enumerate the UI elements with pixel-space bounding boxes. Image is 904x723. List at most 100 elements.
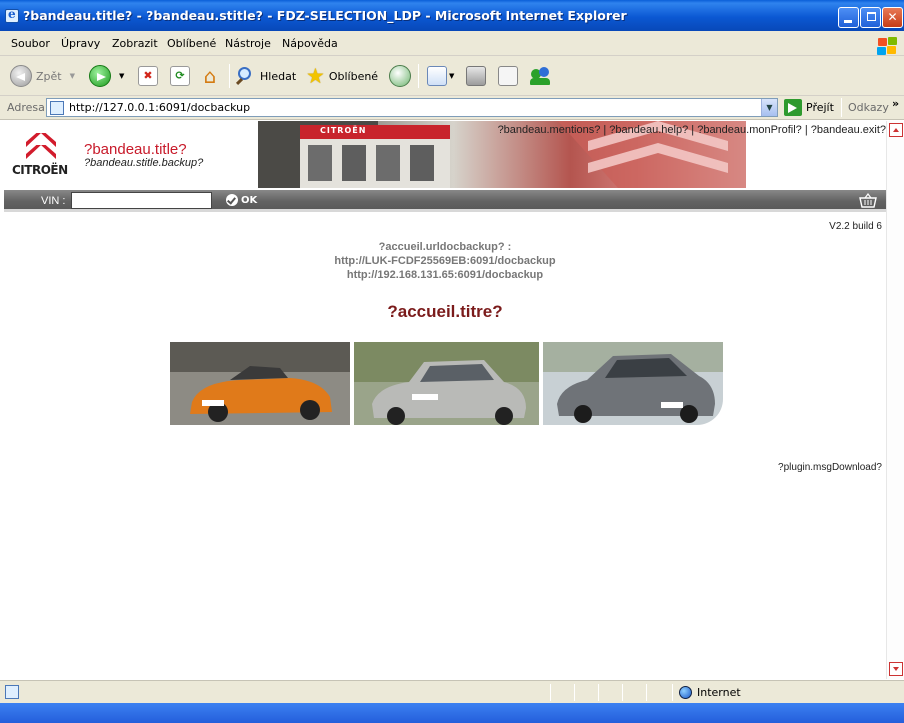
menu-file[interactable]: Soubor [11, 37, 50, 50]
back-label: Zpět [36, 69, 62, 83]
page-content: CITROËN ?bandeau.title? ?bandeau.stitle.… [4, 121, 886, 679]
printer-icon [466, 66, 486, 86]
close-icon: ✕ [887, 10, 898, 24]
status-divider [672, 684, 673, 701]
maximize-icon [867, 12, 876, 21]
minimize-button[interactable] [838, 7, 859, 28]
backup-url-2[interactable]: http://192.168.131.65:6091/docbackup [4, 269, 886, 281]
forward-button[interactable]: ▼ [89, 62, 124, 90]
favorites-button[interactable]: ★ Oblíbené [306, 62, 378, 90]
backup-url-1[interactable]: http://LUK-FCDF25569EB:6091/docbackup [4, 255, 886, 267]
favorites-star-icon: ★ [306, 64, 325, 88]
mail-icon [427, 66, 447, 86]
history-button[interactable] [389, 62, 411, 90]
status-bar: Internet [0, 680, 904, 703]
top-navigation: ?bandeau.mentions? | ?bandeau.help? | ?b… [497, 124, 886, 136]
address-input[interactable]: http://127.0.0.1:6091/docbackup ▼ [46, 98, 778, 117]
maximize-button[interactable] [860, 7, 881, 28]
address-separator [841, 98, 842, 117]
car-gallery [170, 342, 723, 425]
site-banner: CITROËN ?bandeau.title? ?bandeau.stitle.… [4, 121, 886, 189]
toolbar: Zpět ▼ ▼ ✖ ⟳ ⌂ Hledat ★ Oblíbené ▼ [0, 56, 904, 96]
page-icon [50, 101, 64, 115]
stop-icon: ✖ [138, 66, 158, 86]
address-label: Adresa [7, 101, 45, 114]
plugin-download-message[interactable]: ?plugin.msgDownload? [778, 462, 882, 473]
address-url[interactable]: http://127.0.0.1:6091/docbackup [69, 101, 250, 114]
security-zone: Internet [697, 686, 741, 699]
address-dropdown-icon[interactable]: ▼ [761, 99, 777, 116]
status-divider [598, 684, 599, 701]
title-bar[interactable]: ?bandeau.title? - ?bandeau.stitle? - FDZ… [0, 0, 904, 31]
window-title: ?bandeau.title? - ?bandeau.stitle? - FDZ… [23, 8, 627, 23]
home-icon: ⌂ [203, 64, 217, 88]
menu-help[interactable]: Nápověda [282, 37, 338, 50]
back-button[interactable]: Zpět ▼ [10, 62, 75, 90]
go-arrow-icon[interactable] [784, 99, 802, 116]
messenger-people-icon [530, 66, 550, 86]
mail-button[interactable]: ▼ [427, 62, 454, 90]
menu-favorites[interactable]: Oblíbené [167, 37, 216, 50]
citroen-logo: CITROËN [12, 133, 72, 179]
search-button[interactable]: Hledat [235, 62, 297, 90]
taskbar-strip [0, 703, 904, 723]
toolbar-separator [229, 64, 230, 88]
edit-button[interactable] [498, 62, 518, 90]
favorites-label: Oblíbené [328, 69, 379, 83]
page-title: ?accueil.titre? [387, 302, 503, 321]
print-button[interactable] [466, 62, 486, 90]
car-image-gray-hatchback [543, 342, 723, 425]
car-image-silver-sedan [354, 342, 539, 425]
refresh-icon: ⟳ [170, 66, 190, 86]
nav-profile-link[interactable]: ?bandeau.monProfil? [697, 124, 802, 136]
history-icon [389, 65, 411, 87]
browser-window: ?bandeau.title? - ?bandeau.stitle? - FDZ… [0, 0, 904, 723]
vertical-scrollbar[interactable] [886, 121, 904, 679]
nav-help-link[interactable]: ?bandeau.help? [609, 124, 688, 136]
menu-view[interactable]: Zobrazit [112, 37, 158, 50]
backup-url-label: ?accueil.urldocbackup? : [378, 241, 512, 253]
basket-icon[interactable] [858, 193, 878, 209]
scroll-up-arrow-icon[interactable] [889, 123, 903, 137]
version-label: V2.2 build 6 [829, 221, 882, 232]
messenger-button[interactable] [530, 62, 550, 90]
shop-sign: CITROËN [320, 126, 367, 135]
status-divider [646, 684, 647, 701]
brand-name: CITROËN [12, 163, 68, 177]
chevron-icon [26, 145, 56, 159]
forward-arrow-icon [89, 65, 111, 87]
forward-dropdown-icon: ▼ [119, 72, 125, 80]
nav-mentions-link[interactable]: ?bandeau.mentions? [498, 124, 601, 136]
edit-page-icon [498, 66, 518, 86]
go-button[interactable]: Přejít [806, 101, 834, 114]
scroll-down-arrow-icon[interactable] [889, 662, 903, 676]
minimize-icon [844, 20, 852, 23]
banner-subtitle: ?bandeau.stitle.backup? [84, 157, 204, 169]
mail-dropdown-icon: ▼ [449, 72, 455, 80]
vin-bar: VIN : OK [4, 190, 886, 212]
close-button[interactable]: ✕ [882, 7, 903, 28]
status-divider [574, 684, 575, 701]
status-divider [622, 684, 623, 701]
home-button[interactable]: ⌂ [200, 62, 220, 90]
menu-tools[interactable]: Nástroje [225, 37, 271, 50]
stop-button[interactable]: ✖ [138, 62, 158, 90]
nav-exit-link[interactable]: ?bandeau.exit? [811, 124, 886, 136]
ok-label: OK [241, 194, 258, 206]
ok-button[interactable]: OK [226, 194, 257, 206]
car-image-orange-cabrio [170, 342, 350, 425]
links-more-icon[interactable]: » [892, 97, 899, 110]
back-arrow-icon [10, 65, 32, 87]
internet-globe-icon [679, 686, 692, 699]
search-label: Hledat [260, 69, 297, 83]
vin-input[interactable] [71, 192, 212, 209]
address-bar: Adresa http://127.0.0.1:6091/docbackup ▼… [0, 96, 904, 120]
refresh-button[interactable]: ⟳ [170, 62, 190, 90]
vin-label: VIN : [41, 195, 66, 207]
check-circle-icon [226, 194, 238, 206]
windows-logo-icon [876, 37, 898, 56]
menu-edit[interactable]: Úpravy [61, 37, 100, 50]
status-divider [550, 684, 551, 701]
ie-icon [5, 7, 19, 23]
links-button[interactable]: Odkazy [848, 101, 889, 114]
